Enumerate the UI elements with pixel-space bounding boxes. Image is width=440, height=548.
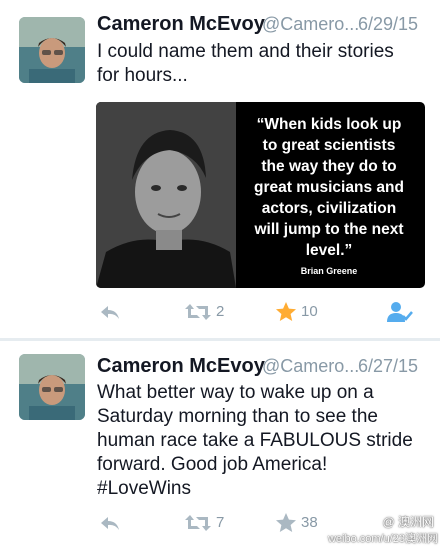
watermark-url: weibo.com/u/23澳洲网	[327, 533, 438, 545]
tweet-text-line: forward. Good job America!	[97, 454, 328, 475]
author-name[interactable]: Cameron McEvoy	[97, 13, 265, 36]
quote-text: “When kids look up to great scientists t…	[236, 114, 422, 261]
tweet-text: I could name them and their stories for …	[97, 40, 427, 88]
favorite-count: 38	[301, 514, 318, 531]
author-name[interactable]: Cameron McEvoy	[97, 355, 265, 378]
author-handle[interactable]: @Camero...	[262, 356, 359, 377]
quote-line: to great scientists	[262, 137, 396, 154]
tweet-header: Cameron McEvoy @Camero... 6/29/15	[97, 13, 430, 39]
quote-attribution: Brian Greene	[300, 266, 358, 276]
timestamp[interactable]: 6/27/15	[358, 356, 418, 377]
tweet-text-line: I could name them and their stories	[97, 41, 394, 62]
retweet-button[interactable]	[184, 300, 212, 326]
favorite-button[interactable]	[274, 511, 298, 537]
author-handle[interactable]: @Camero...	[262, 14, 359, 35]
star-icon	[274, 300, 298, 324]
quote-line: will jump to the next	[254, 221, 404, 238]
reply-button[interactable]	[98, 511, 122, 537]
favorite-count: 10	[301, 303, 318, 320]
quote-line: actors, civilization	[261, 200, 397, 217]
follow-user-icon	[386, 300, 414, 324]
reply-icon	[98, 511, 122, 535]
star-icon	[274, 511, 298, 535]
avatar[interactable]	[19, 17, 85, 83]
retweet-icon	[184, 511, 212, 535]
hashtag-link[interactable]: #LoveWins	[97, 477, 427, 501]
tweet-1[interactable]: Cameron McEvoy @Camero... 6/29/15 I coul…	[0, 0, 440, 338]
retweet-count: 7	[216, 514, 225, 531]
reply-button[interactable]	[98, 300, 122, 326]
quote-line: “When kids look up	[256, 116, 402, 133]
follow-button[interactable]	[386, 300, 414, 326]
retweet-icon	[184, 300, 212, 324]
tweet-text-line: human race take a FABULOUS stride	[97, 430, 413, 451]
favorite-button[interactable]	[274, 300, 298, 326]
quote-line: level.”	[305, 242, 353, 259]
watermark-logo-text: @ 澳洲网	[382, 515, 434, 529]
tweet-text: What better way to wake up on a Saturday…	[97, 381, 427, 501]
retweet-count: 2	[216, 303, 225, 320]
avatar[interactable]	[19, 354, 85, 420]
tweet-text-line: What better way to wake up on a	[97, 382, 374, 403]
tweet-2[interactable]: Cameron McEvoy @Camero... 6/27/15 What b…	[0, 341, 440, 548]
quote-line: great musicians and	[254, 179, 404, 196]
retweet-button[interactable]	[184, 511, 212, 537]
tweet-text-line: for hours...	[97, 65, 188, 86]
timestamp[interactable]: 6/29/15	[358, 14, 418, 35]
tweet-text-line: Saturday morning than to see the	[97, 406, 378, 427]
media-image[interactable]: “When kids look up to great scientists t…	[96, 102, 425, 288]
reply-icon	[98, 300, 122, 324]
tweet-actions: 2 10	[96, 300, 436, 326]
quote-line: the way they do to	[261, 158, 397, 175]
tweet-header: Cameron McEvoy @Camero... 6/27/15	[97, 355, 430, 381]
